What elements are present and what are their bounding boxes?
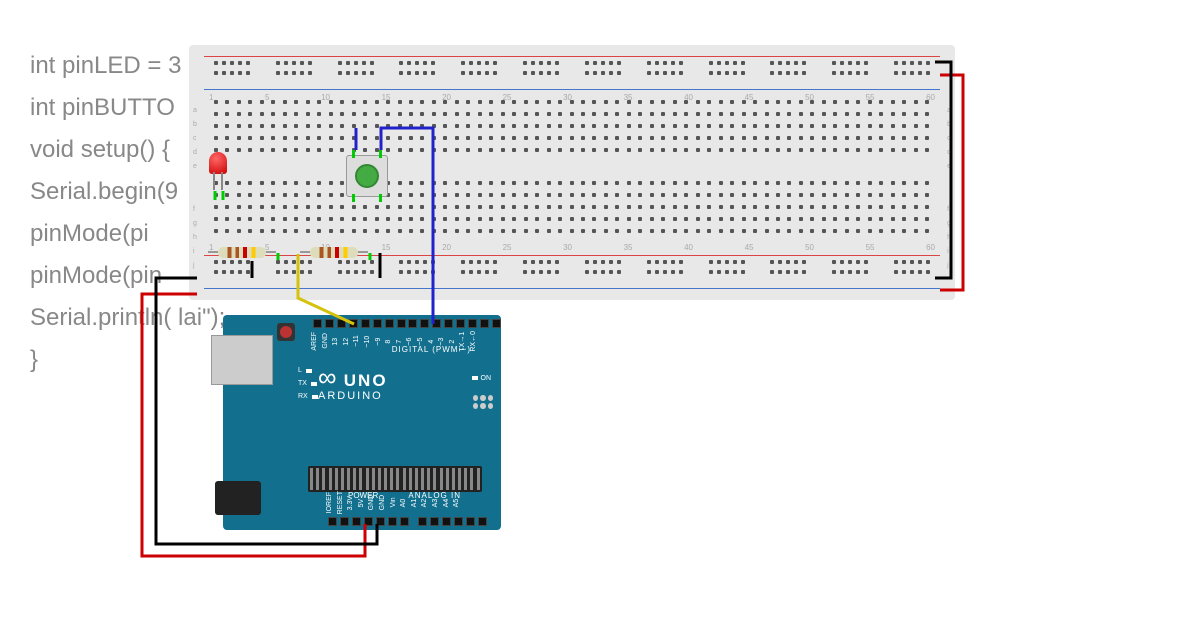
resistor-component[interactable] [218,247,266,258]
code-line: } [30,339,225,381]
atmega-chip-icon [308,466,482,492]
bottom-pin-labels: IOREFRESET3.3V5VGNDGNDVinA0A1A2A3A4A5 [326,491,461,514]
status-leds: L TX RX [298,367,318,400]
icsp-header [473,395,493,409]
tie-points [204,100,940,245]
code-line: Serial.println( lai"); [30,297,225,339]
power-header[interactable] [328,517,409,526]
power-rail-bottom [204,252,940,292]
row-labels: abcdefghij [193,107,197,269]
digital-section-label: DIGITAL (PWM ~) [392,345,471,354]
power-rail-top [204,53,940,93]
on-led: ON [472,375,492,382]
led-body-icon [209,152,227,174]
arduino-uno-board[interactable]: AREFGND1312~11~10~987~6~54~32TX→1RX←0 DI… [223,315,501,530]
digital-header-right[interactable] [408,319,501,328]
arduino-logo: ∞ UNO ARDUINO [318,370,388,402]
led-component[interactable] [209,152,227,174]
breadboard[interactable]: 151015202530354045505560 abcdefghij abcd… [189,45,955,300]
resistor-body-icon [218,247,266,258]
row-labels: abcdefghij [947,107,951,269]
analog-header[interactable] [418,517,487,526]
resistor-body-icon [310,247,358,258]
power-jack-icon [215,481,261,515]
digital-header-left[interactable] [313,319,406,328]
usb-port-icon [211,335,273,385]
pushbutton-component[interactable] [346,155,388,197]
resistor-component[interactable] [310,247,358,258]
reset-button[interactable] [277,323,295,341]
